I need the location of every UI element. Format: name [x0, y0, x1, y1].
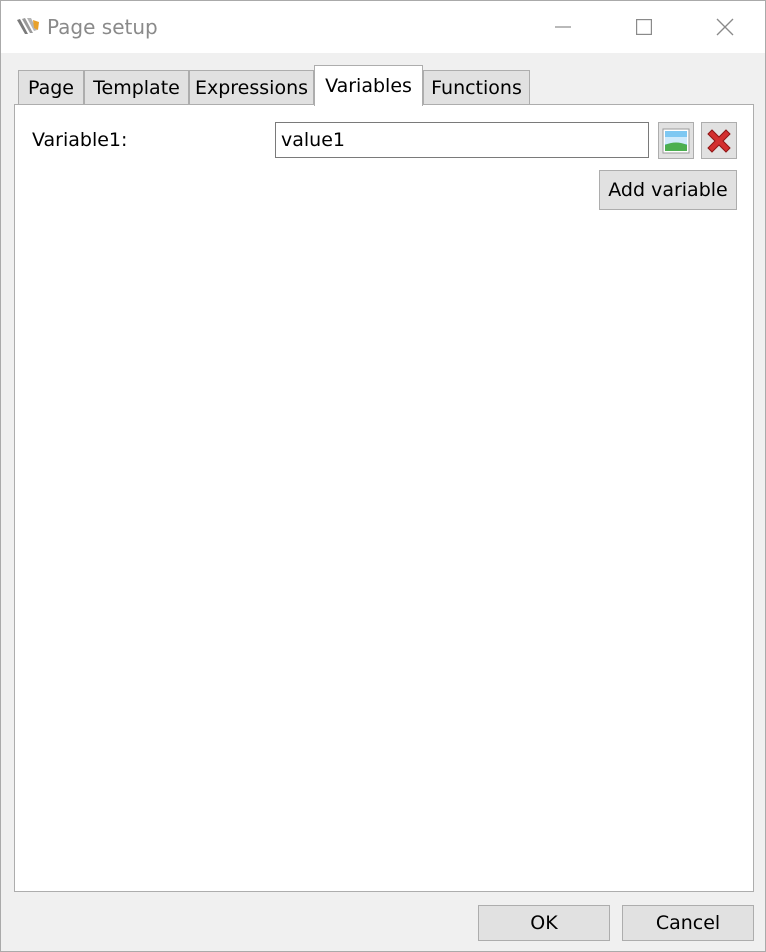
ok-button[interactable]: OK — [478, 905, 610, 941]
edit-variable-button[interactable] — [658, 122, 694, 159]
page-setup-dialog: Page setup Page Template Expressions Var… — [0, 0, 766, 952]
tab-functions[interactable]: Functions — [423, 70, 530, 105]
close-button[interactable] — [685, 1, 765, 53]
cancel-button[interactable]: Cancel — [622, 905, 754, 941]
minimize-icon — [555, 26, 571, 28]
remove-variable-button[interactable] — [701, 122, 737, 159]
add-variable-button[interactable]: Add variable — [599, 170, 737, 210]
tab-variables[interactable]: Variables — [314, 65, 423, 106]
tab-template[interactable]: Template — [84, 70, 189, 105]
tab-expressions[interactable]: Expressions — [189, 70, 314, 105]
maximize-button[interactable] — [604, 1, 684, 53]
image-icon — [662, 128, 690, 153]
maximize-icon — [636, 19, 652, 35]
variable-value-input[interactable]: value1 — [275, 122, 649, 158]
page-setup-app-icon — [15, 16, 41, 38]
close-icon — [716, 18, 734, 36]
variables-panel: Variable1: value1 Add variable — [14, 104, 754, 892]
window-title: Page setup — [47, 15, 158, 39]
red-x-icon — [707, 128, 731, 153]
title-bar[interactable]: Page setup — [1, 1, 765, 53]
minimize-button[interactable] — [523, 1, 603, 53]
tab-page[interactable]: Page — [18, 70, 84, 105]
variable-label: Variable1: — [32, 129, 128, 151]
